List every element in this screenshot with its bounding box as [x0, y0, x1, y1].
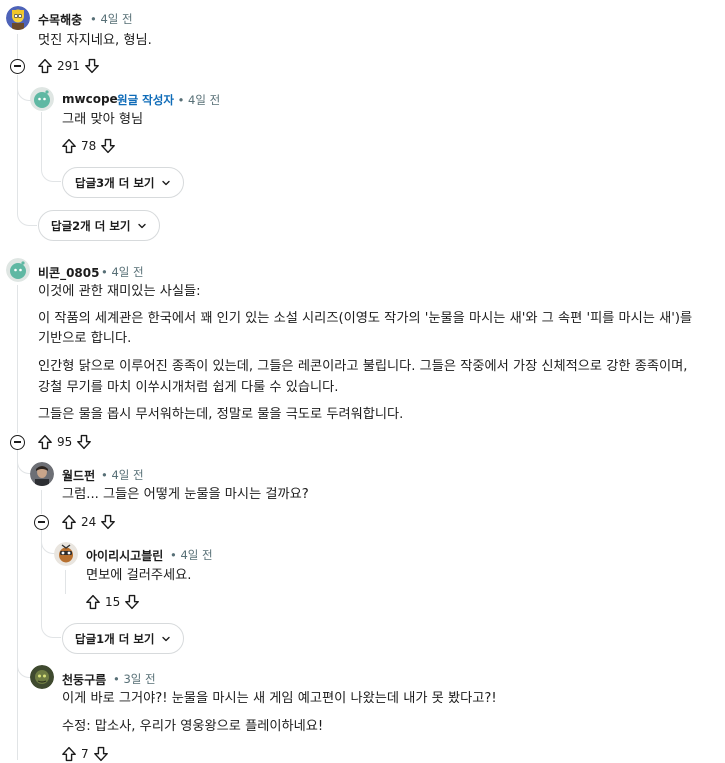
comment-body: 이게 바로 그거야?! 눈물을 마시는 새 게임 예고편이 나왔는데 내가 못 …: [62, 691, 497, 706]
downvote-icon[interactable]: [84, 58, 100, 74]
comment-body: 강철 무기를 마치 이쑤시개처럼 쉽게 다룰 수 있습니다.: [38, 380, 339, 395]
upvote-icon[interactable]: [37, 58, 53, 74]
comment-body: 멋진 자지네요, 형님.: [38, 33, 152, 48]
thread-line: [17, 285, 18, 433]
vote-bar: 15: [85, 592, 140, 612]
avatar[interactable]: [30, 665, 54, 689]
comment-body: 수정: 맙소사, 우리가 영웅왕으로 플레이하네요!: [62, 719, 324, 734]
vote-count: 7: [81, 747, 89, 761]
collapse-icon[interactable]: [34, 515, 49, 530]
username[interactable]: 비콘_0805: [38, 264, 99, 281]
vote-bar: 95: [37, 432, 92, 452]
upvote-icon[interactable]: [61, 138, 77, 154]
comment-body: 이것에 관한 재미있는 사실들:: [38, 284, 201, 299]
chevron-down-icon: [137, 221, 147, 231]
thread-branch: [41, 606, 61, 638]
thread-branch: [41, 530, 55, 554]
vote-count: 24: [81, 515, 97, 529]
thread-line: [41, 490, 42, 514]
username[interactable]: 수목해충: [38, 11, 82, 28]
comment-meta: • 4일 전: [101, 264, 144, 280]
avatar[interactable]: [6, 258, 30, 282]
thread-branch: [17, 180, 37, 226]
downvote-icon[interactable]: [124, 594, 140, 610]
comment-meta: • 4일 전: [101, 467, 144, 483]
timestamp: 4일 전: [111, 468, 144, 482]
more-replies-button[interactable]: 답글2개 더 보기: [38, 210, 160, 241]
thread-branch: [41, 150, 61, 182]
timestamp: 4일 전: [188, 93, 221, 107]
avatar[interactable]: [30, 87, 54, 111]
downvote-icon[interactable]: [93, 746, 109, 762]
more-replies-label: 답글1개 더 보기: [75, 631, 155, 646]
separator: •: [113, 672, 120, 686]
vote-count: 15: [105, 595, 121, 609]
timestamp: 3일 전: [123, 672, 156, 686]
upvote-icon[interactable]: [61, 514, 77, 530]
comment-meta: • 4일 전: [170, 547, 213, 563]
comment-body: 그럼... 그들은 어떻게 눈물을 마시는 걸까요?: [62, 487, 309, 502]
more-replies-button[interactable]: 답글3개 더 보기: [62, 167, 184, 198]
avatar[interactable]: [30, 462, 54, 486]
comment-meta: 원글 작성자 • 4일 전: [117, 92, 220, 108]
collapse-icon[interactable]: [10, 435, 25, 450]
more-replies-label: 답글3개 더 보기: [75, 175, 155, 190]
comment-meta: • 3일 전: [113, 671, 156, 687]
downvote-icon[interactable]: [76, 434, 92, 450]
vote-count: 95: [57, 435, 73, 449]
upvote-icon[interactable]: [37, 434, 53, 450]
avatar[interactable]: [54, 542, 78, 566]
separator: •: [101, 468, 108, 482]
avatar[interactable]: [6, 6, 30, 30]
collapse-icon[interactable]: [10, 59, 25, 74]
thread-branch: [17, 450, 31, 474]
thread-line: [17, 450, 18, 760]
username[interactable]: mwcope: [62, 92, 118, 106]
separator: •: [170, 548, 177, 562]
comment-body: 면보에 걸러주세요.: [86, 568, 192, 583]
comment-body: 그들은 물을 몹시 무서워하는데, 정말로 물을 극도로 두려워합니다.: [38, 407, 404, 422]
upvote-icon[interactable]: [61, 746, 77, 762]
thread-line: [17, 34, 18, 60]
more-replies-label: 답글2개 더 보기: [51, 218, 131, 233]
vote-count: 291: [57, 59, 80, 73]
vote-bar: 7: [61, 744, 109, 763]
comment-body: 이 작품의 세계관은 한국에서 꽤 인기 있는 소설 시리즈(이영도 작가의 '…: [38, 311, 693, 326]
username[interactable]: 아이리시고블린: [86, 547, 163, 564]
comment-body: 인간형 닭으로 이루어진 종족이 있는데, 그들은 레콘이라고 불립니다. 그들…: [38, 359, 688, 374]
downvote-icon[interactable]: [100, 138, 116, 154]
thread-branch: [17, 640, 31, 678]
chevron-down-icon: [161, 634, 171, 644]
upvote-icon[interactable]: [85, 594, 101, 610]
separator: •: [177, 93, 185, 107]
separator: •: [90, 12, 97, 26]
op-badge: 원글 작성자: [117, 93, 174, 107]
downvote-icon[interactable]: [100, 514, 116, 530]
vote-bar: 291: [37, 56, 100, 76]
vote-count: 78: [81, 139, 97, 153]
vote-bar: 78: [61, 136, 116, 156]
separator: •: [101, 265, 108, 279]
comment-body: 그래 맞아 형님: [62, 112, 144, 127]
username[interactable]: 천둥구름: [62, 671, 106, 688]
timestamp: 4일 전: [111, 265, 144, 279]
timestamp: 4일 전: [180, 548, 213, 562]
comment-meta: • 4일 전: [90, 11, 133, 27]
more-replies-button[interactable]: 답글1개 더 보기: [62, 623, 184, 654]
chevron-down-icon: [161, 178, 171, 188]
vote-bar: 24: [61, 512, 116, 532]
thread-line: [65, 570, 66, 594]
username[interactable]: 월드펀: [62, 467, 95, 484]
comment-body: 기반으로 합니다.: [38, 331, 132, 346]
timestamp: 4일 전: [100, 12, 133, 26]
